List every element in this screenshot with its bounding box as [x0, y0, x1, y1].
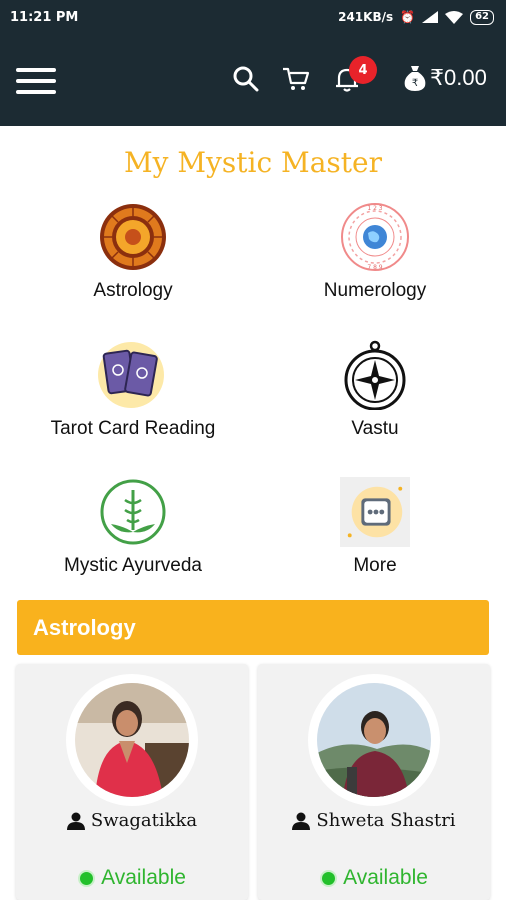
service-label: Astrology: [93, 280, 173, 301]
cart-icon: [283, 67, 310, 90]
menu-button[interactable]: [16, 68, 56, 94]
zodiac-wheel-icon: [98, 202, 168, 272]
compass-icon: [340, 340, 410, 410]
money-bag-icon: ₹: [404, 66, 426, 91]
service-more[interactable]: More: [265, 477, 485, 577]
menu-icon: [16, 68, 56, 72]
service-ayurveda[interactable]: Mystic Ayurveda: [23, 477, 243, 577]
wallet-button[interactable]: ₹ ₹0.00: [402, 64, 487, 92]
page-title: My Mystic Master: [124, 146, 382, 179]
astrologer-name-row: Shweta Shastri: [258, 810, 490, 831]
network-speed: 241KB/s: [338, 10, 394, 24]
notifications-button[interactable]: 4: [330, 56, 377, 96]
service-label: Mystic Ayurveda: [64, 555, 202, 576]
person-icon: [66, 812, 85, 830]
status-time: 11:21 PM: [10, 9, 79, 25]
astrologer-card[interactable]: Shweta Shastri Available: [258, 664, 490, 900]
cart-button[interactable]: [279, 62, 313, 96]
service-label: Tarot Card Reading: [50, 418, 216, 439]
astrologer-name-row: Swagatikka: [16, 810, 248, 831]
available-dot-icon: [78, 869, 96, 887]
service-tarot[interactable]: Tarot Card Reading: [23, 340, 243, 440]
search-icon: [233, 66, 259, 92]
notification-badge: 4: [349, 56, 377, 84]
availability-text: Available: [343, 866, 428, 889]
astrologer-name: Shweta Shastri: [316, 810, 456, 831]
avatar-frame: [308, 674, 440, 806]
avatar: [317, 683, 431, 797]
svg-text:₹: ₹: [412, 78, 418, 89]
svg-text:7 8 9: 7 8 9: [367, 264, 382, 271]
availability-status: Available: [16, 866, 248, 890]
service-label: Vastu: [351, 418, 399, 439]
more-dots-icon: [340, 477, 410, 547]
available-dot-icon: [320, 869, 338, 887]
battery-icon: 62: [470, 9, 494, 25]
avatar: [75, 683, 189, 797]
avatar-frame: [66, 674, 198, 806]
tarot-cards-icon: [98, 340, 168, 410]
numerology-globe-icon: 1 2 3 7 8 9: [340, 202, 410, 272]
alarm-icon: ⏰: [400, 10, 416, 24]
wifi-icon: [445, 10, 464, 24]
status-indicators: 241KB/s ⏰ 62: [338, 9, 494, 25]
service-vastu[interactable]: Vastu: [265, 340, 485, 440]
astrologer-name: Swagatikka: [90, 810, 198, 831]
service-label: Numerology: [323, 280, 427, 301]
availability-text: Available: [101, 866, 186, 889]
availability-status: Available: [258, 866, 490, 890]
app-bar: 4 ₹ ₹0.00: [0, 34, 506, 126]
section-header-astrology: Astrology: [17, 600, 489, 655]
signal-icon: [422, 11, 439, 23]
service-label: More: [353, 555, 397, 576]
search-button[interactable]: [229, 62, 263, 96]
astrologer-card[interactable]: Swagatikka Available: [16, 664, 248, 900]
svg-text:1 2 3: 1 2 3: [367, 205, 382, 212]
wallet-balance: ₹0.00: [430, 65, 487, 90]
status-bar: 11:21 PM 241KB/s ⏰ 62: [0, 0, 506, 34]
person-icon: [292, 812, 311, 830]
service-numerology[interactable]: 1 2 3 7 8 9 Numerology: [265, 202, 485, 302]
caduceus-leaf-icon: [98, 477, 168, 547]
service-astrology[interactable]: Astrology: [23, 202, 243, 302]
